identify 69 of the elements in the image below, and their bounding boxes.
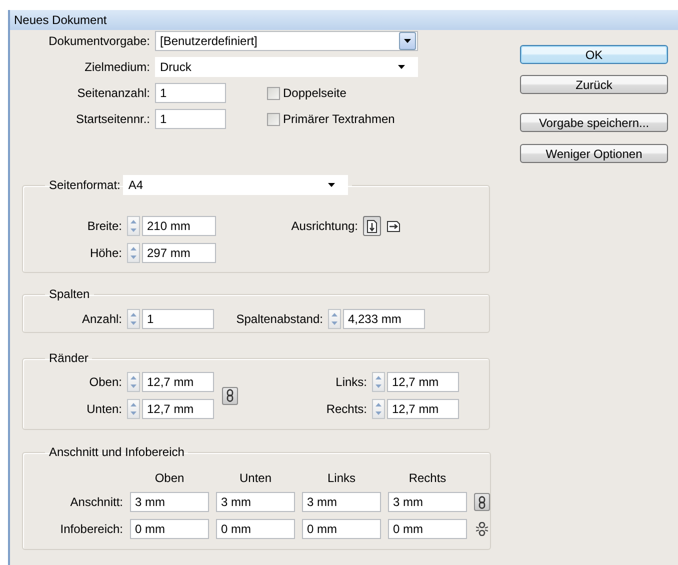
group-title: Ränder <box>49 351 88 365</box>
field-label: Spaltenabstand: <box>236 312 323 326</box>
field-label: Zielmedium: <box>84 60 150 74</box>
column-header: Unten <box>238 471 273 485</box>
dropdown[interactable]: [Benutzerdefiniert] <box>155 31 418 51</box>
input-field[interactable]: 3 mm <box>130 492 209 512</box>
field-label: Dokumentvorgabe: <box>48 34 150 48</box>
input-field[interactable]: 0 mm <box>302 519 381 539</box>
caret-icon <box>398 65 405 69</box>
input-field[interactable]: 0 mm <box>216 519 295 539</box>
portrait-page-icon[interactable] <box>363 216 381 236</box>
input-field[interactable]: 1 <box>155 109 226 129</box>
window-title: Neues Dokument <box>10 10 678 30</box>
field-label: Höhe: <box>90 246 122 260</box>
spinner-buttons[interactable] <box>127 216 140 236</box>
input-field[interactable]: 0 mm <box>130 519 209 539</box>
field-label: Anzahl: <box>82 312 122 326</box>
input-field[interactable]: 12,7 mm <box>142 399 214 419</box>
input-field[interactable]: 12,7 mm <box>387 372 459 392</box>
dropdown[interactable]: A4 <box>123 175 348 195</box>
group-title: Anschnitt und Infobereich <box>49 445 184 459</box>
field-label: Anschnitt: <box>70 495 123 509</box>
dropdown-button[interactable] <box>399 32 416 50</box>
spinner-buttons[interactable] <box>372 399 385 419</box>
input-field[interactable]: 1 <box>142 309 214 329</box>
input-field[interactable]: 3 mm <box>302 492 381 512</box>
caret-icon <box>328 183 336 187</box>
field-label: Seitenformat: <box>49 178 120 192</box>
input-field[interactable]: 297 mm <box>142 243 216 263</box>
field-label: Ausrichtung: <box>291 219 358 233</box>
field-label: Infobereich: <box>60 522 123 536</box>
field-label: Unten: <box>86 402 122 416</box>
spinner-buttons[interactable] <box>127 372 140 392</box>
chain-link-icon[interactable] <box>222 386 238 404</box>
chain-link-icon[interactable] <box>474 493 490 511</box>
input-field[interactable]: 4,233 mm <box>343 309 425 329</box>
checkbox-label: Doppelseite <box>283 86 346 100</box>
field-label: Startseitennr.: <box>76 112 150 126</box>
broken-chain-icon[interactable] <box>474 520 490 538</box>
spinner-buttons[interactable] <box>372 372 385 392</box>
column-header: Rechts <box>408 471 448 485</box>
spinner-buttons[interactable] <box>127 243 140 263</box>
checkbox[interactable] <box>267 86 280 100</box>
dialog-button[interactable]: OK <box>520 45 668 64</box>
column-header: Oben <box>154 471 186 485</box>
input-field[interactable]: 210 mm <box>142 216 216 236</box>
group-title: Spalten <box>49 287 90 301</box>
input-field[interactable]: 1 <box>155 83 226 103</box>
field-label: Links: <box>336 375 367 389</box>
spinner-buttons[interactable] <box>328 309 341 329</box>
dialog-button[interactable]: Weniger Optionen <box>520 144 668 163</box>
input-field[interactable]: 12,7 mm <box>387 399 459 419</box>
field-label: Rechts: <box>326 402 367 416</box>
input-field[interactable]: 3 mm <box>388 492 467 512</box>
caret-icon <box>404 39 411 43</box>
spinner-buttons[interactable] <box>127 399 140 419</box>
field-label: Breite: <box>87 219 122 233</box>
dropdown[interactable]: Druck <box>155 57 418 77</box>
column-header: Links <box>326 471 356 485</box>
spinner-buttons[interactable] <box>127 309 140 329</box>
input-field[interactable]: 0 mm <box>388 519 467 539</box>
dialog-button[interactable]: Vorgabe speichern... <box>520 113 668 132</box>
checkbox-label: Primärer Textrahmen <box>283 112 395 126</box>
input-field[interactable]: 3 mm <box>216 492 295 512</box>
field-label: Seitenanzahl: <box>77 86 150 100</box>
dialog-button[interactable]: Zurück <box>520 75 668 94</box>
field-label: Oben: <box>89 375 122 389</box>
checkbox[interactable] <box>267 112 280 126</box>
input-field[interactable]: 12,7 mm <box>142 372 214 392</box>
